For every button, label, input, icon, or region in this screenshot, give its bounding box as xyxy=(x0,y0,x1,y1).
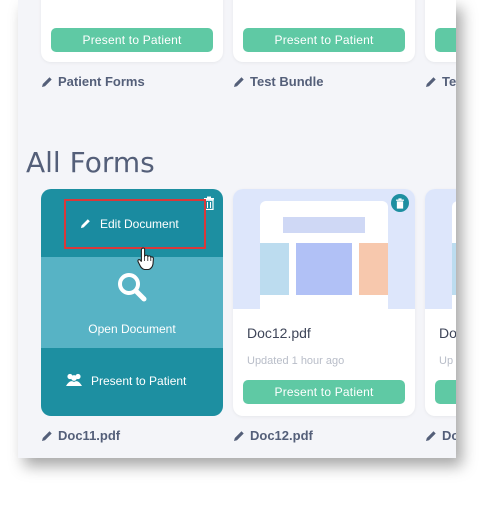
updated-timestamp: Up xyxy=(439,355,454,367)
pencil-icon xyxy=(42,76,52,87)
open-document-label: Open Document xyxy=(88,322,176,336)
edit-document-button[interactable]: Edit Document xyxy=(64,199,206,249)
card-name-label: Tes xyxy=(442,74,456,89)
thumbnail-header-block xyxy=(283,217,365,233)
open-document-area[interactable]: Open Document xyxy=(41,257,223,348)
card-name-label: Do xyxy=(442,428,456,443)
present-to-patient-area[interactable]: Present to Patient xyxy=(41,348,223,416)
card-name-patient-forms[interactable]: Patient Forms xyxy=(41,74,145,89)
document-title: Doc12.pdf xyxy=(247,325,311,341)
pencil-icon xyxy=(80,219,90,229)
card-name-do[interactable]: Do xyxy=(425,428,456,443)
pencil-icon xyxy=(426,430,436,441)
thumbnail-left-block xyxy=(260,243,289,295)
form-card-3[interactable]: Do Up xyxy=(425,189,456,416)
pencil-icon xyxy=(234,430,244,441)
search-icon xyxy=(118,273,147,302)
edit-document-label: Edit Document xyxy=(100,217,179,231)
top-card-3 xyxy=(425,0,456,62)
document-thumbnail xyxy=(425,189,456,309)
card-name-doc11[interactable]: Doc11.pdf xyxy=(41,428,120,443)
users-icon xyxy=(66,373,82,386)
document-title: Do xyxy=(439,325,456,341)
present-to-patient-button[interactable]: Present to Patient xyxy=(51,28,213,52)
updated-timestamp: Updated 1 hour ago xyxy=(247,355,345,367)
card-name-doc12[interactable]: Doc12.pdf xyxy=(233,428,313,443)
form-card-doc12[interactable]: Doc12.pdf Updated 1 hour ago Present to … xyxy=(233,189,415,416)
top-card-2: Present to Patient xyxy=(233,0,415,62)
present-to-patient-button[interactable]: Present to Patient xyxy=(243,380,405,404)
document-thumbnail xyxy=(233,189,415,309)
card-name-label: Doc11.pdf xyxy=(58,428,121,443)
trash-icon xyxy=(396,197,404,209)
thumbnail-left-block xyxy=(452,243,456,295)
thumbnail-right-block xyxy=(359,243,388,295)
pencil-icon xyxy=(42,430,52,441)
app-frame: Present to Patient Patient Forms Present… xyxy=(18,0,456,458)
top-card-1: Present to Patient xyxy=(41,0,223,62)
present-to-patient-label: Present to Patient xyxy=(91,374,187,388)
present-to-patient-button[interactable] xyxy=(435,28,456,52)
card-name-label: Doc12.pdf xyxy=(250,428,313,443)
card-name-test-bundle[interactable]: Test Bundle xyxy=(233,74,323,89)
thumbnail-center-block xyxy=(296,243,352,295)
pencil-icon xyxy=(426,76,436,87)
hand-cursor-icon xyxy=(137,247,154,271)
card-name-tes[interactable]: Tes xyxy=(425,74,456,89)
section-title: All Forms xyxy=(26,146,155,179)
present-to-patient-button[interactable] xyxy=(435,380,456,404)
present-to-patient-button[interactable]: Present to Patient xyxy=(243,28,405,52)
pencil-icon xyxy=(234,76,244,87)
delete-button[interactable] xyxy=(391,194,409,212)
card-name-label: Test Bundle xyxy=(250,74,324,89)
card-name-label: Patient Forms xyxy=(58,74,145,89)
